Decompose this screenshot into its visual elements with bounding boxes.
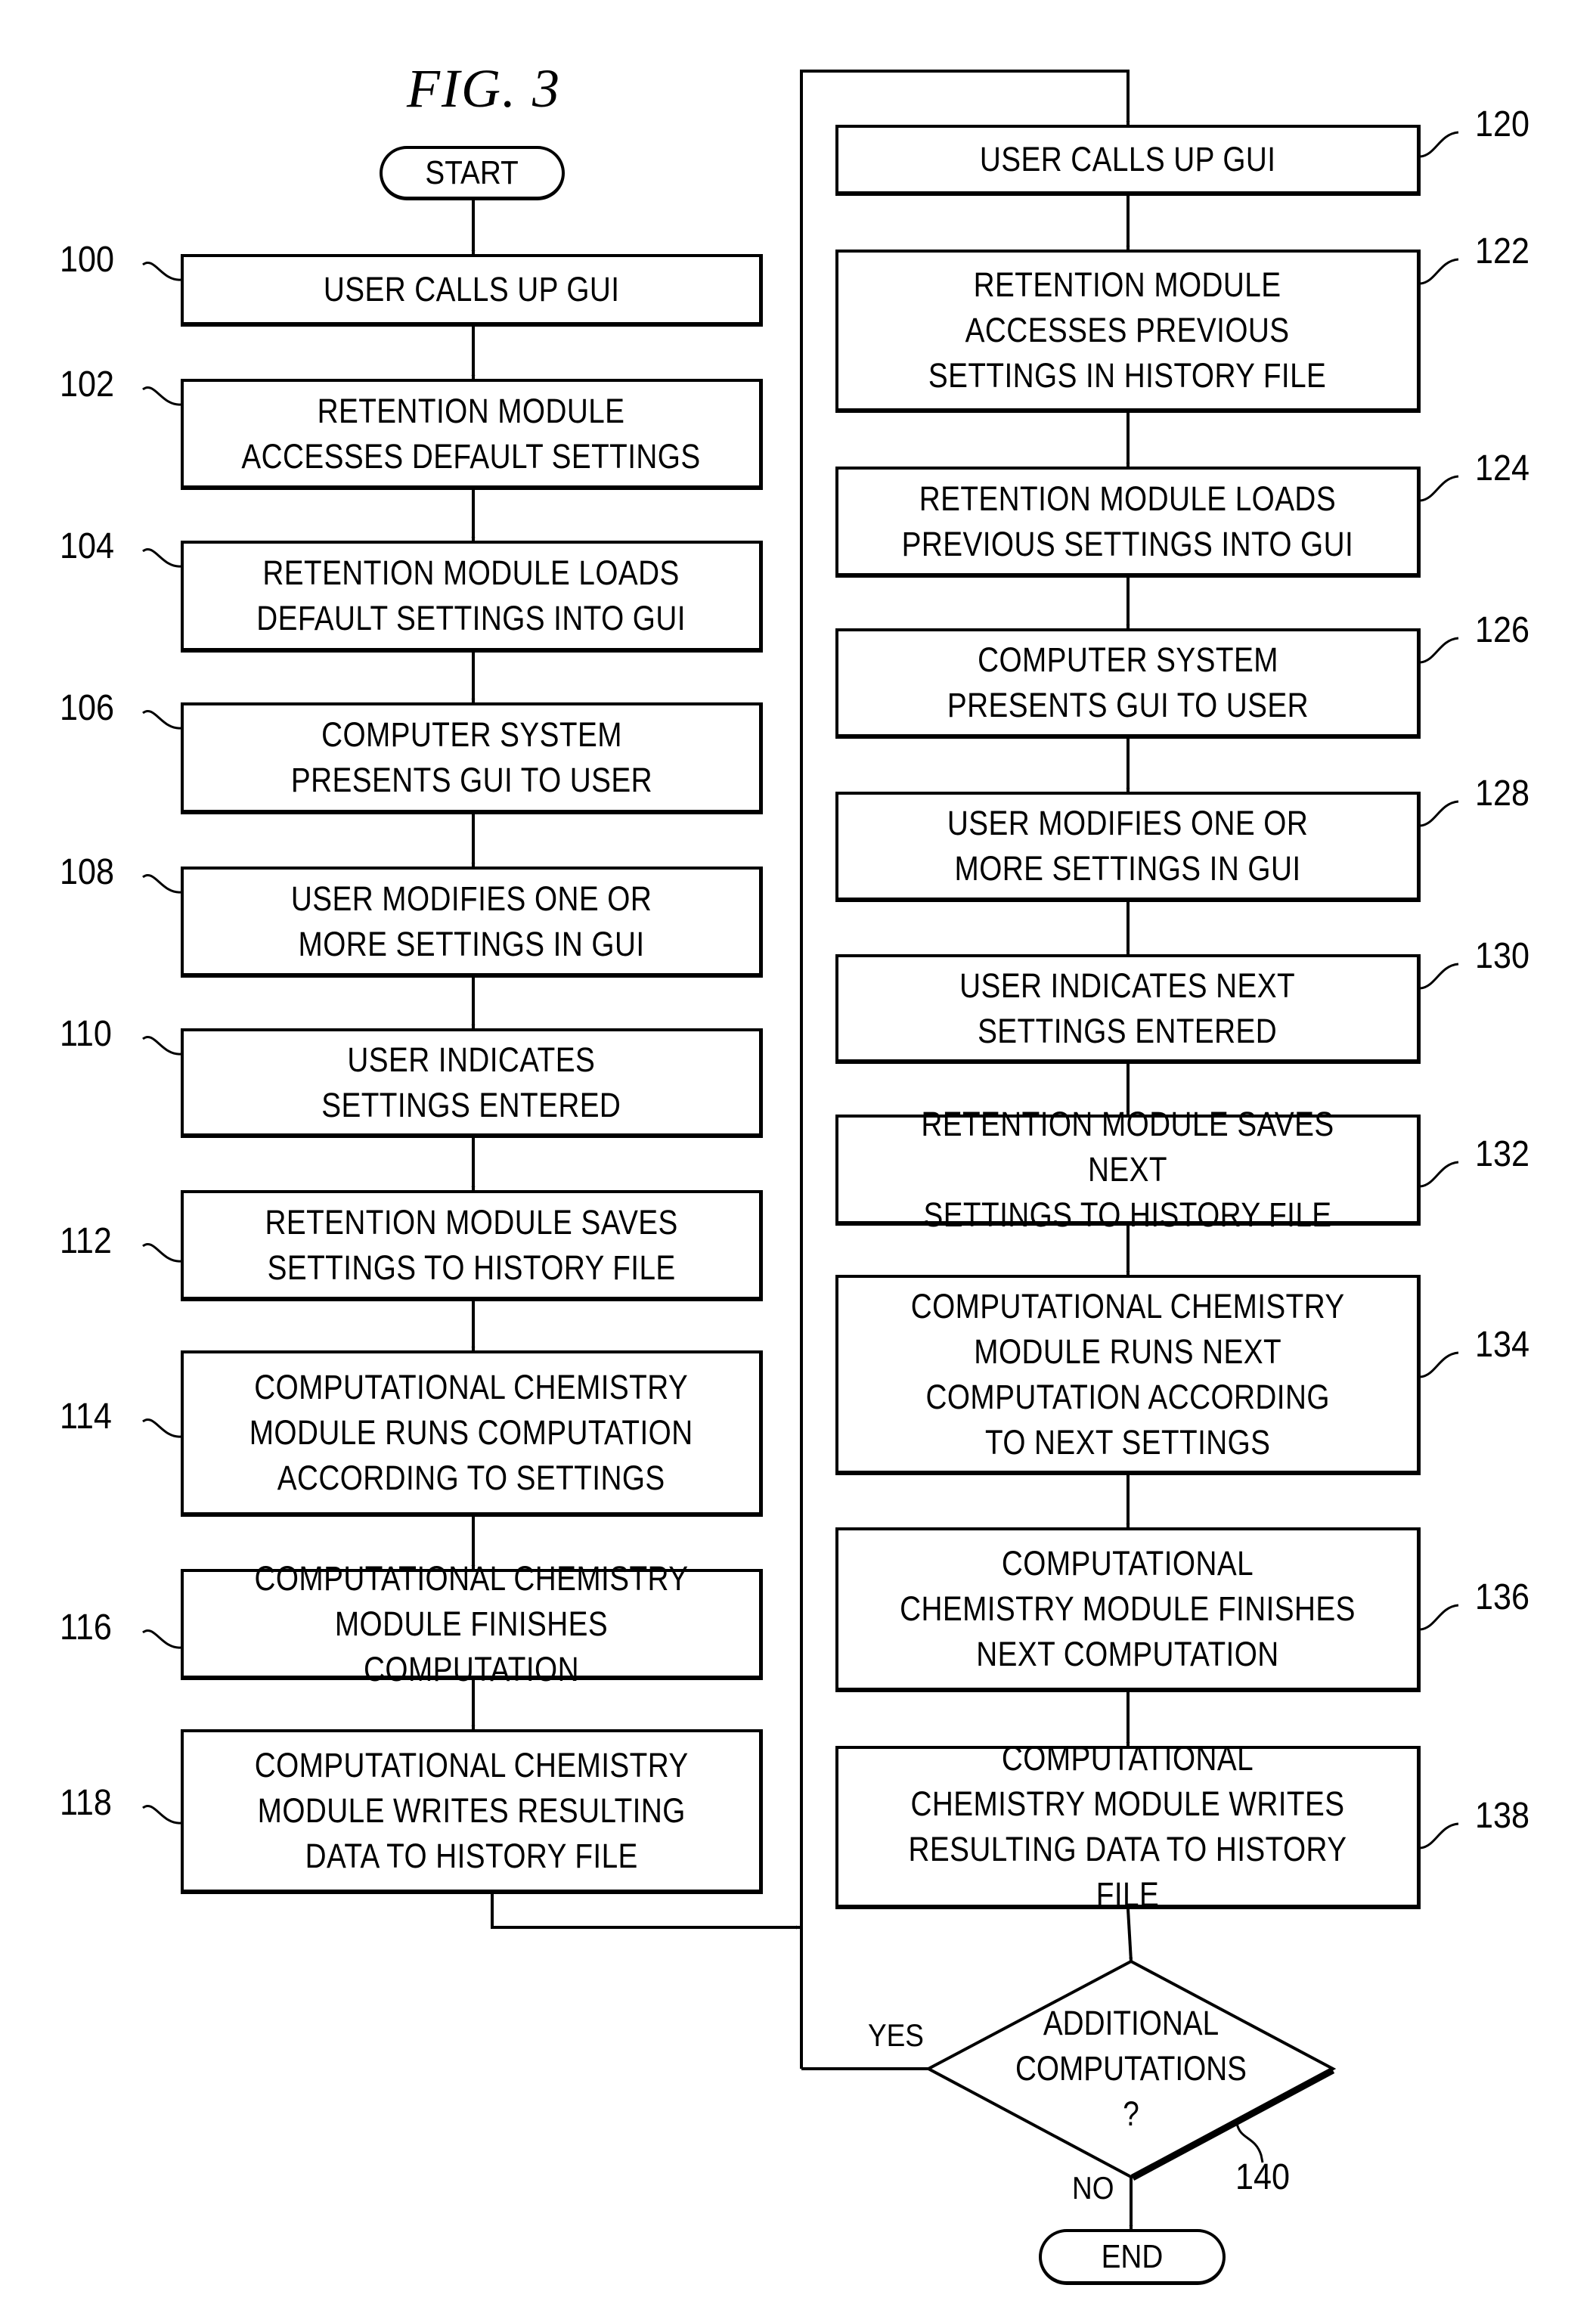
ref-leader-122 [1420, 258, 1459, 285]
step-text: COMPUTATIONAL CHEMISTRY MODULE FINISHES … [254, 1558, 689, 1688]
ref-number-112: 112 [60, 1221, 112, 1261]
ref-number-134: 134 [1475, 1325, 1530, 1365]
ref-leader-124 [1420, 475, 1459, 502]
ref-number-106: 106 [60, 688, 115, 728]
ref-leader-110 [142, 1036, 181, 1056]
step-text: RETENTION MODULE LOADS PREVIOUS SETTINGS… [901, 479, 1354, 563]
process-step-124: RETENTION MODULE LOADS PREVIOUS SETTINGS… [835, 467, 1421, 578]
ref-number-140: 140 [1235, 2157, 1291, 2197]
ref-number-138: 138 [1475, 1796, 1530, 1836]
step-text: COMPUTER SYSTEM PRESENTS GUI TO USER [290, 715, 652, 799]
process-step-110: USER INDICATES SETTINGS ENTERED [181, 1028, 763, 1138]
ref-leader-134 [1420, 1351, 1459, 1378]
ref-number-132: 132 [1475, 1134, 1530, 1174]
ref-leader-106 [142, 710, 181, 730]
ref-leader-118 [142, 1805, 181, 1825]
ref-number-128: 128 [1475, 774, 1530, 814]
arrow-118-to-loop-line [491, 1894, 800, 1930]
process-step-132: RETENTION MODULE SAVES NEXT SETTINGS TO … [835, 1105, 1421, 1234]
flowchart: FIG. 3 START USER CALLS UP GUI 100 RETENTI… [0, 0, 1596, 2316]
process-step-134: COMPUTATIONAL CHEMISTRY MODULE RUNS NEXT… [835, 1275, 1421, 1475]
step-text: USER INDICATES NEXT SETTINGS ENTERED [959, 966, 1296, 1050]
step-text: USER CALLS UP GUI [979, 140, 1276, 178]
ref-number-102: 102 [60, 364, 115, 405]
ref-number-118: 118 [60, 1783, 112, 1823]
process-step-138: COMPUTATIONAL CHEMISTRY MODULE WRITES RE… [835, 1739, 1421, 1914]
ref-leader-120 [1420, 131, 1459, 158]
ref-number-130: 130 [1475, 936, 1530, 976]
ref-number-124: 124 [1475, 448, 1530, 488]
step-text: COMPUTATIONAL CHEMISTRY MODULE RUNS NEXT… [910, 1286, 1345, 1462]
process-step-100: USER CALLS UP GUI [181, 254, 763, 327]
step-text: COMPUTER SYSTEM PRESENTS GUI TO USER [947, 640, 1309, 724]
ref-leader-138 [1420, 1822, 1459, 1849]
start-terminal: START [380, 146, 565, 200]
process-step-128: USER MODIFIES ONE OR MORE SETTINGS IN GU… [835, 792, 1421, 902]
ref-number-110: 110 [60, 1014, 112, 1054]
ref-leader-104 [142, 548, 181, 568]
ref-leader-102 [142, 386, 181, 406]
step-text: USER INDICATES SETTINGS ENTERED [321, 1040, 621, 1124]
ref-leader-100 [142, 262, 181, 281]
process-step-108: USER MODIFIES ONE OR MORE SETTINGS IN GU… [181, 867, 763, 978]
yes-label: YES [868, 2017, 924, 2053]
start-label: START [425, 153, 519, 191]
process-step-122: RETENTION MODULE ACCESSES PREVIOUS SETTI… [835, 250, 1421, 413]
ref-number-114: 114 [60, 1397, 112, 1437]
step-text: COMPUTATIONAL CHEMISTRY MODULE RUNS COMP… [249, 1368, 693, 1497]
decision-line-1: ADDITIONAL [1043, 2004, 1219, 2042]
end-label: END [1101, 2237, 1164, 2275]
ref-leader-128 [1420, 800, 1459, 827]
process-step-104: RETENTION MODULE LOADS DEFAULT SETTINGS … [181, 541, 763, 653]
ref-leader-108 [142, 874, 181, 894]
ref-number-122: 122 [1475, 231, 1530, 271]
process-step-114: COMPUTATIONAL CHEMISTRY MODULE RUNS COMP… [181, 1350, 763, 1517]
process-step-112: RETENTION MODULE SAVES SETTINGS TO HISTO… [181, 1190, 763, 1301]
ref-leader-126 [1420, 637, 1459, 664]
process-step-116: COMPUTATIONAL CHEMISTRY MODULE FINISHES … [181, 1559, 763, 1688]
ref-leader-132 [1420, 1161, 1459, 1188]
process-step-136: COMPUTATIONAL CHEMISTRY MODULE FINISHES … [835, 1527, 1421, 1692]
ref-leader-116 [142, 1629, 181, 1649]
no-label: NO [1072, 2170, 1114, 2206]
step-text: COMPUTATIONAL CHEMISTRY MODULE FINISHES … [900, 1544, 1356, 1673]
ref-number-100: 100 [60, 240, 115, 280]
step-text: RETENTION MODULE ACCESSES PREVIOUS SETTI… [928, 265, 1327, 395]
ref-leader-130 [1420, 963, 1459, 990]
ref-number-126: 126 [1475, 610, 1530, 650]
step-text: RETENTION MODULE SAVES NEXT SETTINGS TO … [921, 1104, 1334, 1234]
ref-leader-114 [142, 1418, 181, 1438]
ref-number-108: 108 [60, 852, 115, 892]
step-text: RETENTION MODULE ACCESSES DEFAULT SETTIN… [241, 391, 702, 476]
ref-number-120: 120 [1475, 104, 1530, 144]
step-text: RETENTION MODULE LOADS DEFAULT SETTINGS … [256, 553, 686, 637]
figure-title: FIG. 3 [407, 58, 561, 119]
ref-leader-136 [1420, 1604, 1459, 1631]
ref-number-136: 136 [1475, 1577, 1530, 1617]
step-text: USER CALLS UP GUI [323, 270, 620, 308]
end-terminal: END [1039, 2229, 1226, 2285]
step-text: COMPUTATIONAL CHEMISTRY MODULE WRITES RE… [254, 1746, 689, 1875]
process-step-102: RETENTION MODULE ACCESSES DEFAULT SETTIN… [181, 379, 763, 490]
step-text: COMPUTATIONAL CHEMISTRY MODULE WRITES RE… [908, 1739, 1347, 1914]
decision-text: ADDITIONAL COMPUTATIONS ? [980, 2001, 1282, 2137]
step-text: USER MODIFIES ONE OR MORE SETTINGS IN GU… [947, 804, 1309, 888]
process-step-106: COMPUTER SYSTEM PRESENTS GUI TO USER [181, 702, 763, 814]
ref-leader-112 [142, 1243, 181, 1263]
decision-line-3: ? [1123, 2094, 1139, 2133]
step-text: USER MODIFIES ONE OR MORE SETTINGS IN GU… [290, 879, 652, 963]
decision-line-2: COMPUTATIONS [1015, 2049, 1247, 2088]
ref-number-104: 104 [60, 526, 115, 566]
process-step-126: COMPUTER SYSTEM PRESENTS GUI TO USER [835, 628, 1421, 739]
step-text: RETENTION MODULE SAVES SETTINGS TO HISTO… [265, 1202, 678, 1287]
process-step-120: USER CALLS UP GUI [835, 125, 1421, 196]
ref-number-116: 116 [60, 1608, 112, 1648]
process-step-118: COMPUTATIONAL CHEMISTRY MODULE WRITES RE… [181, 1729, 763, 1894]
process-step-130: USER INDICATES NEXT SETTINGS ENTERED [835, 954, 1421, 1064]
